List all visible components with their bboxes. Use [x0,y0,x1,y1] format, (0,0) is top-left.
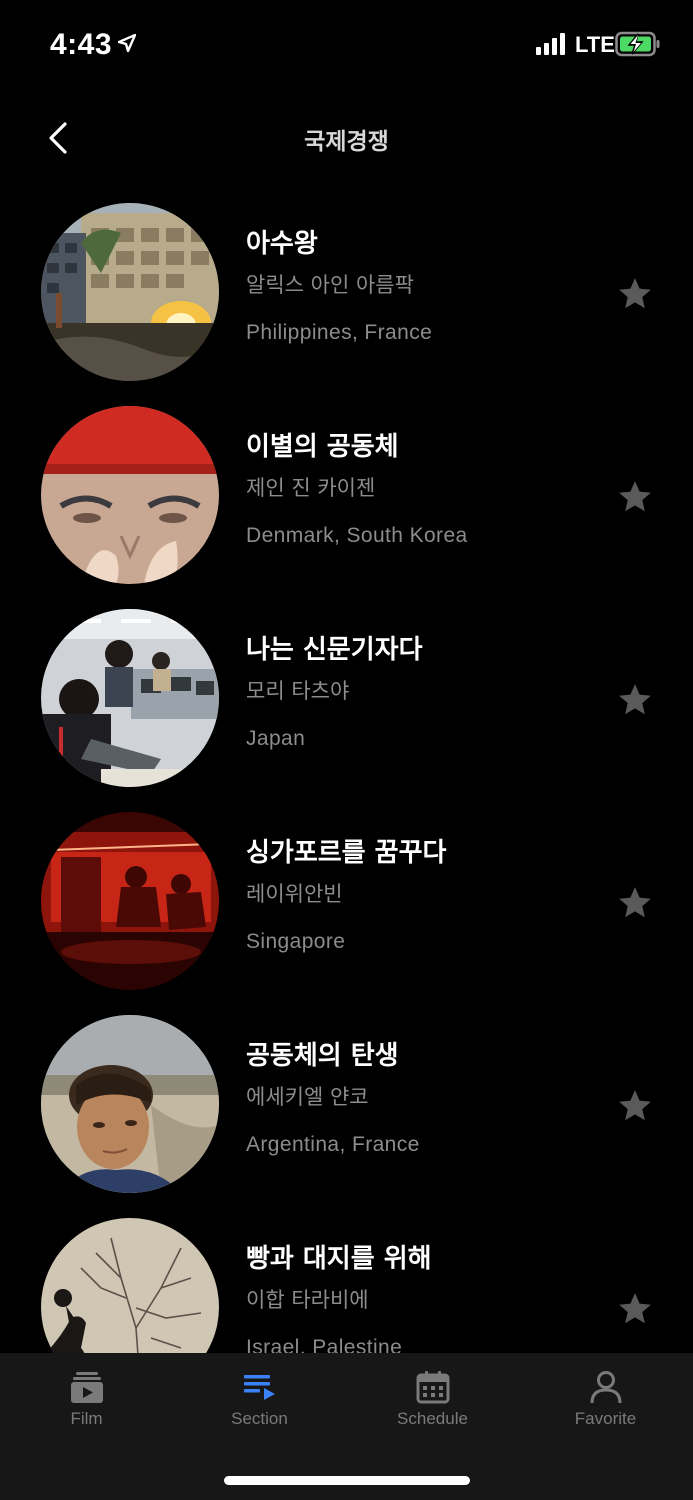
section-list-icon [243,1375,275,1400]
film-country: Denmark, South Korea [246,524,468,547]
location-arrow-icon [118,34,136,52]
tab-schedule[interactable]: Schedule [346,1369,519,1439]
film-thumbnail [41,609,219,787]
tab-favorite[interactable]: Favorite [519,1369,692,1439]
favorite-star-icon[interactable] [616,275,654,313]
film-list-item[interactable]: 나는 신문기자다 모리 타츠야 Japan [0,609,693,789]
favorite-star-icon[interactable] [616,884,654,922]
film-thumbnail [41,812,219,990]
film-icon [70,1372,103,1403]
film-title: 이별의 공동체 [246,432,399,462]
network-label: LTE [575,32,615,57]
favorite-star-icon[interactable] [616,1087,654,1125]
film-country: Israel, Palestine [246,1336,403,1353]
tab-section[interactable]: Section [173,1369,346,1439]
film-director: 에세키엘 얀코 [246,1085,369,1109]
film-country: Japan [246,727,306,750]
film-title: 공동체의 탄생 [246,1041,399,1071]
film-director: 이합 타라비에 [246,1288,369,1312]
page-title: 국제경쟁 [304,129,389,155]
favorite-star-icon[interactable] [616,681,654,719]
film-director: 알릭스 아인 아름팍 [246,273,414,297]
film-list-item[interactable]: 이별의 공동체 제인 진 카이젠 Denmark, South Korea [0,406,693,586]
film-country: Argentina, France [246,1133,420,1156]
person-icon [590,1371,621,1404]
status-time: 4:43 [50,28,113,61]
film-list[interactable]: 아수왕 알릭스 아인 아름팍 Philippines, France 이별의 공… [0,203,693,1353]
film-title: 나는 신문기자다 [246,635,423,665]
film-thumbnail [41,1218,219,1353]
tab-label: Section [231,1409,288,1428]
tab-label: Schedule [397,1409,468,1428]
film-title: 싱가포르를 꿈꾸다 [246,838,447,868]
film-list-item[interactable]: 싱가포르를 꿈꾸다 레이위안빈 Singapore [0,812,693,992]
film-list-item[interactable]: 빵과 대지를 위해 이합 타라비에 Israel, Palestine [0,1218,693,1353]
film-director: 제인 진 카이젠 [246,476,376,500]
calendar-icon [416,1371,449,1404]
tab-label: Film [70,1409,103,1428]
film-thumbnail [41,203,219,381]
film-country: Singapore [246,930,346,953]
film-title: 빵과 대지를 위해 [246,1244,432,1274]
status-bar: 4:43 LTE [0,0,693,90]
tab-label: Favorite [574,1409,637,1428]
film-thumbnail [41,1015,219,1193]
signal-bars-icon [536,33,565,55]
home-indicator [224,1476,470,1485]
film-director: 모리 타츠야 [246,679,350,703]
favorite-star-icon[interactable] [616,1290,654,1328]
battery-charging-icon [615,31,660,57]
film-title: 아수왕 [246,229,318,259]
film-list-item[interactable]: 공동체의 탄생 에세키엘 얀코 Argentina, France [0,1015,693,1195]
film-director: 레이위안빈 [246,882,343,906]
film-thumbnail [41,406,219,584]
film-list-item[interactable]: 아수왕 알릭스 아인 아름팍 Philippines, France [0,203,693,383]
tab-film[interactable]: Film [0,1369,173,1439]
film-country: Philippines, France [246,321,433,344]
favorite-star-icon[interactable] [616,478,654,516]
